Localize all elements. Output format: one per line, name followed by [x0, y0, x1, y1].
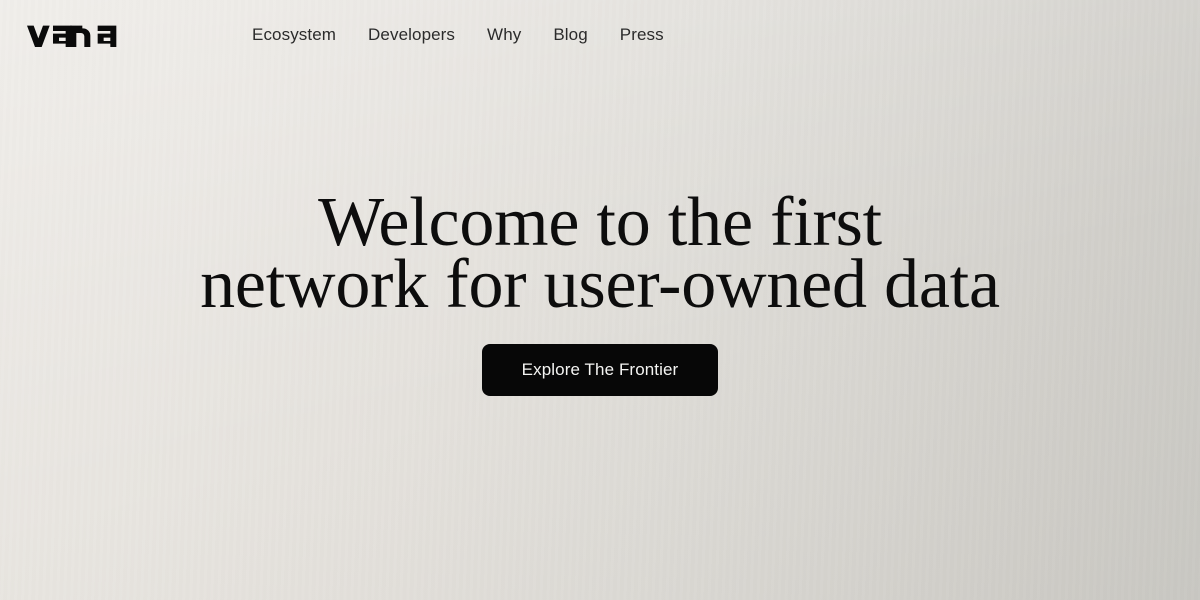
- hero-headline: Welcome to the first network for user-ow…: [200, 184, 1000, 323]
- nav-link-ecosystem[interactable]: Ecosystem: [252, 26, 336, 43]
- nav-link-developers[interactable]: Developers: [368, 26, 455, 43]
- nav-link-press[interactable]: Press: [620, 26, 664, 43]
- main-navigation: Ecosystem Developers Why Blog Press: [252, 0, 664, 68]
- nav-link-blog[interactable]: Blog: [553, 26, 587, 43]
- site-header: Ecosystem Developers Why Blog Press: [0, 0, 1200, 68]
- hero-section: Welcome to the first network for user-ow…: [0, 0, 1200, 600]
- explore-the-frontier-button[interactable]: Explore The Frontier: [482, 344, 718, 396]
- vana-wordmark-logo[interactable]: [27, 17, 126, 49]
- nav-link-why[interactable]: Why: [487, 26, 521, 43]
- page-background: Ecosystem Developers Why Blog Press Welc…: [0, 0, 1200, 600]
